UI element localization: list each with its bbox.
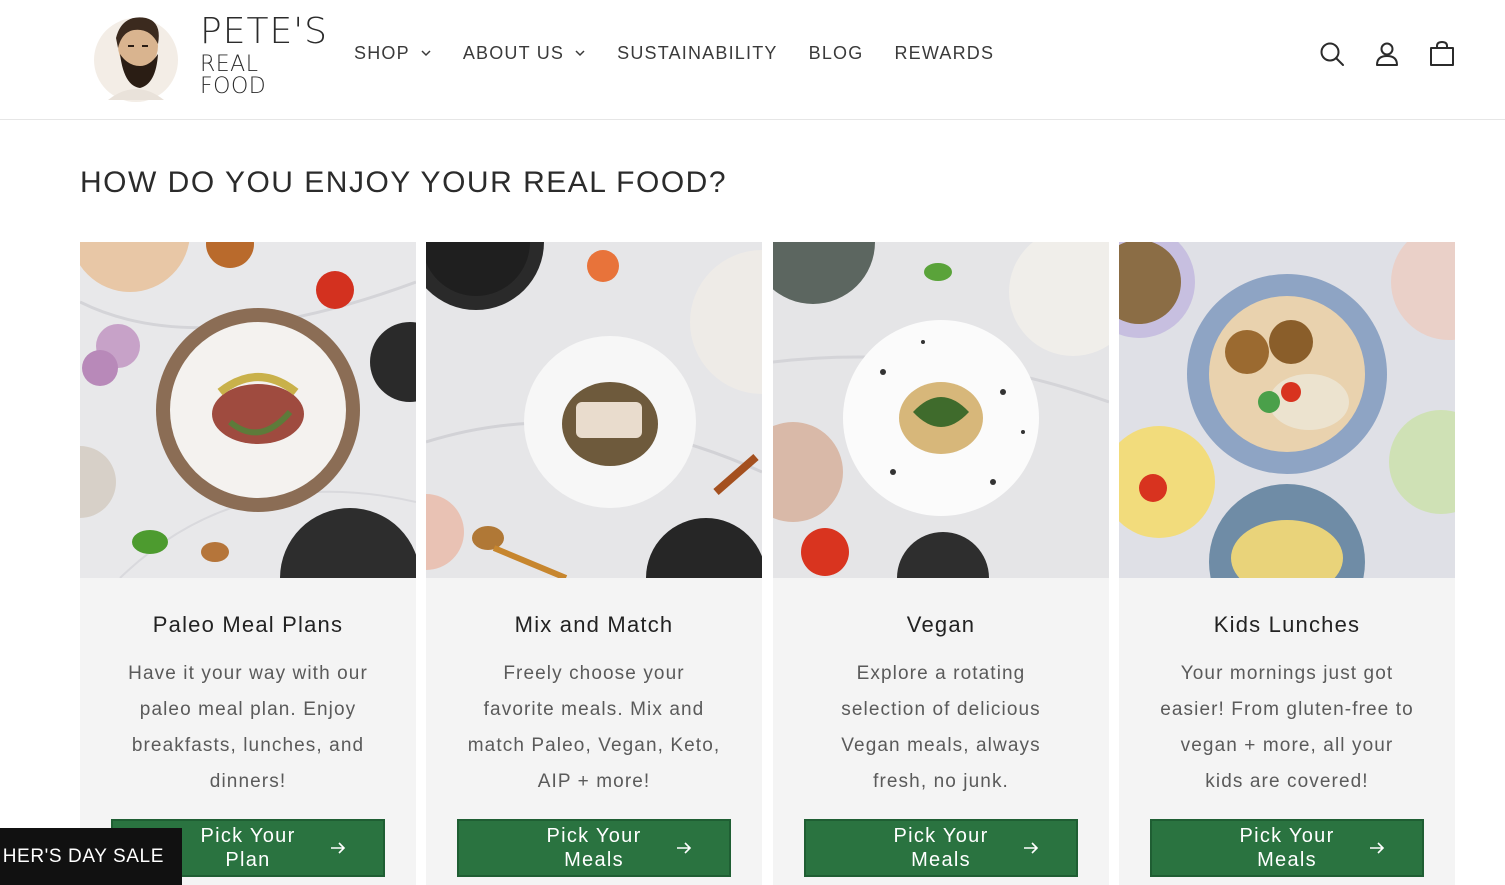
kids-lunches-image[interactable] xyxy=(1119,242,1455,578)
account-icon[interactable] xyxy=(1369,36,1405,72)
pick-your-meals-button[interactable]: Pick Your Meals xyxy=(457,819,731,877)
arrow-right-icon xyxy=(675,839,693,857)
arrow-right-icon xyxy=(1368,839,1386,857)
nav-item-label: ABOUT US xyxy=(462,42,565,63)
nav-item-sustainability[interactable]: SUSTAINABILITY xyxy=(617,43,778,64)
arrow-right-icon xyxy=(1022,839,1040,857)
meal-plan-cards: Paleo Meal Plans Have it your way with o… xyxy=(80,242,1455,885)
card-description: Freely choose your favorite meals. Mix a… xyxy=(467,663,721,792)
search-icon[interactable] xyxy=(1314,36,1350,72)
chevron-down-icon xyxy=(574,47,586,59)
card-title: Paleo Meal Plans xyxy=(152,612,344,637)
main-nav: SHOP ABOUT US SUSTAINABILITY BLOG REWARD… xyxy=(354,38,1025,68)
pick-your-meals-button[interactable]: Pick Your Meals xyxy=(804,819,1078,877)
card-title: Vegan xyxy=(906,612,976,637)
arrow-right-icon xyxy=(329,839,347,857)
nav-item-label: SUSTAINABILITY xyxy=(617,42,778,63)
card-description: Explore a rotating selection of deliciou… xyxy=(841,663,1041,792)
card-kids-lunches: Kids Lunches Your mornings just got easi… xyxy=(1119,242,1455,885)
chef-portrait-icon xyxy=(88,8,184,104)
vegan-meal-image[interactable] xyxy=(773,242,1109,578)
nav-item-rewards[interactable]: REWARDS xyxy=(894,43,994,64)
site-header: PETE'S REAL FOOD SHOP ABOUT US SUSTAINAB… xyxy=(0,0,1505,120)
card-title: Kids Lunches xyxy=(1213,612,1361,637)
nav-item-label: BLOG xyxy=(808,42,864,63)
card-mix-and-match: Mix and Match Freely choose your favorit… xyxy=(426,242,762,885)
pick-your-meals-button[interactable]: Pick Your Meals xyxy=(1150,819,1424,877)
cart-icon[interactable] xyxy=(1424,36,1460,72)
sale-tab[interactable]: HER'S DAY SALE xyxy=(0,828,182,885)
nav-item-about-us[interactable]: ABOUT US xyxy=(463,43,586,64)
button-label: Pick Your Meals xyxy=(893,825,989,871)
section-title: HOW DO YOU ENJOY YOUR REAL FOOD? xyxy=(80,166,728,199)
card-title: Mix and Match xyxy=(514,612,674,637)
button-label: Pick Your Plan xyxy=(200,825,296,871)
nav-item-shop[interactable]: SHOP xyxy=(354,43,432,64)
nav-item-blog[interactable]: BLOG xyxy=(809,43,864,64)
header-actions xyxy=(1314,36,1460,72)
mix-and-match-image[interactable] xyxy=(426,242,762,578)
card-vegan: Vegan Explore a rotating selection of de… xyxy=(773,242,1109,885)
brand-logo[interactable]: PETE'S REAL FOOD xyxy=(88,6,327,106)
card-description: Have it your way with our paleo meal pla… xyxy=(128,663,368,792)
brand-wordmark: PETE'S REAL FOOD xyxy=(200,14,328,98)
button-label: Pick Your Meals xyxy=(1239,825,1335,871)
card-description: Your mornings just got easier! From glut… xyxy=(1160,663,1414,792)
nav-item-label: SHOP xyxy=(354,42,410,63)
sale-tab-label: HER'S DAY SALE xyxy=(2,845,164,867)
nav-item-label: REWARDS xyxy=(894,42,995,63)
paleo-meal-image[interactable] xyxy=(80,242,416,578)
brand-line2: REAL FOOD xyxy=(200,52,267,99)
button-label: Pick Your Meals xyxy=(546,825,642,871)
card-paleo-meal-plans: Paleo Meal Plans Have it your way with o… xyxy=(80,242,416,885)
brand-line1: PETE'S xyxy=(200,11,328,52)
chevron-down-icon xyxy=(420,47,432,59)
